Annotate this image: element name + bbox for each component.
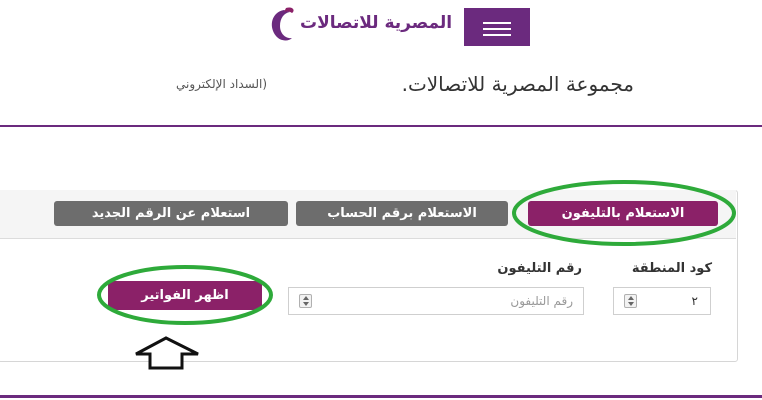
tab-phone-inquiry[interactable]: الاستعلام بالتليفون (528, 201, 718, 226)
page-title: مجموعة المصرية للاتصالات. (401, 72, 634, 96)
area-code-label: كود المنطقة (631, 261, 712, 276)
tab-new-number-inquiry[interactable]: استعلام عن الرقم الجديد (54, 201, 288, 226)
menu-button[interactable] (464, 8, 530, 46)
phone-number-label: رقم التليفون (497, 261, 582, 276)
footer-divider (0, 395, 762, 398)
logo-text: المصرية للاتصالات (300, 13, 453, 33)
page-subtitle: (السداد الإلكتروني (176, 77, 268, 91)
logo-mark-icon (271, 7, 294, 41)
spinner-arrows-icon[interactable] (299, 294, 312, 308)
show-bills-button[interactable]: اظهر الفواتير (108, 281, 262, 310)
phone-number-input[interactable] (325, 290, 573, 312)
header-divider (0, 125, 762, 127)
spinner-arrows-icon[interactable] (624, 294, 637, 308)
area-code-field[interactable] (613, 287, 711, 315)
phone-number-field[interactable] (288, 287, 584, 315)
area-code-input[interactable] (650, 290, 698, 312)
tab-account-inquiry[interactable]: الاستعلام برقم الحساب (296, 201, 508, 226)
